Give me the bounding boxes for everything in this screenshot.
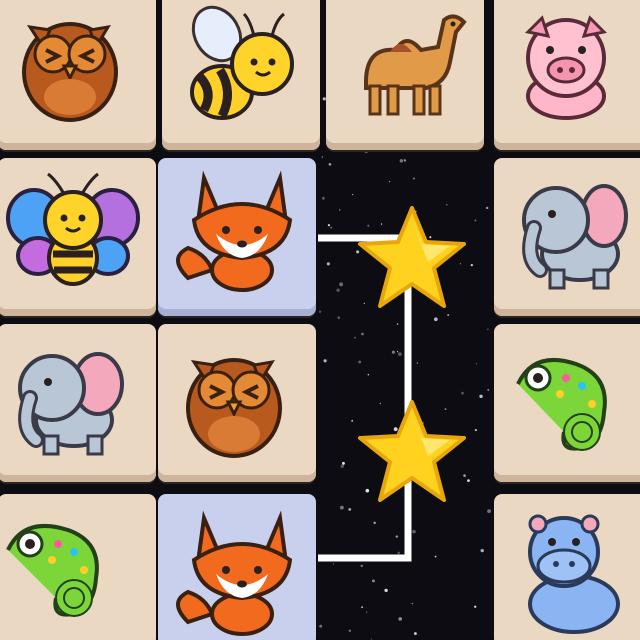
background-star-dot bbox=[398, 556, 402, 560]
background-star-dot bbox=[360, 564, 364, 568]
background-star-dot bbox=[397, 352, 402, 357]
game-board bbox=[0, 0, 640, 640]
owl-icon bbox=[186, 358, 282, 458]
background-star-dot bbox=[411, 602, 414, 605]
tile-owl[interactable] bbox=[0, 0, 156, 150]
background-star-dot bbox=[361, 606, 364, 609]
background-star-dot bbox=[358, 360, 362, 364]
background-star-dot bbox=[373, 521, 376, 525]
background-star-dot bbox=[384, 588, 388, 593]
tile-fox-selected[interactable] bbox=[158, 494, 316, 640]
background-star-dot bbox=[328, 163, 332, 166]
background-star-dot bbox=[351, 193, 354, 196]
background-star-dot bbox=[366, 611, 368, 613]
background-star-dot bbox=[412, 529, 416, 534]
bee-icon bbox=[190, 5, 294, 120]
chameleon-icon bbox=[516, 358, 607, 451]
background-star-dot bbox=[323, 359, 327, 363]
background-star-dot bbox=[413, 632, 417, 636]
background-star-dot bbox=[396, 351, 399, 353]
background-star-dot bbox=[367, 373, 370, 376]
tile-hippo[interactable] bbox=[494, 494, 640, 640]
background-star-dot bbox=[412, 177, 416, 180]
background-star-dot bbox=[372, 579, 375, 583]
background-star-dot bbox=[487, 388, 490, 391]
tile-bee[interactable] bbox=[162, 0, 320, 150]
background-star-dot bbox=[405, 358, 407, 360]
tile-elephant[interactable] bbox=[494, 158, 640, 316]
background-star-dot bbox=[398, 617, 403, 621]
background-star-dot bbox=[485, 206, 489, 210]
tile-owl[interactable] bbox=[158, 324, 316, 482]
background-star-dot bbox=[348, 508, 352, 511]
background-star-dot bbox=[327, 234, 331, 238]
background-star-dot bbox=[348, 629, 352, 633]
camel-icon bbox=[364, 14, 467, 116]
background-star-dot bbox=[487, 328, 489, 330]
pig-icon bbox=[524, 15, 608, 120]
background-star-dot bbox=[391, 350, 395, 354]
background-star-dot bbox=[480, 549, 484, 553]
background-star-dot bbox=[321, 196, 325, 200]
background-star-dot bbox=[340, 505, 344, 510]
background-star-dot bbox=[353, 336, 357, 339]
star-icon bbox=[358, 206, 466, 308]
butterfly-bee-icon bbox=[6, 172, 140, 286]
background-star-dot bbox=[479, 394, 483, 399]
tile-chameleon[interactable] bbox=[0, 494, 156, 640]
background-star-dot bbox=[403, 159, 407, 162]
background-star-dot bbox=[330, 226, 333, 229]
background-star-dot bbox=[475, 363, 478, 365]
background-star-dot bbox=[338, 209, 341, 211]
star-icon bbox=[358, 400, 466, 502]
background-star-dot bbox=[318, 310, 322, 314]
tile-chameleon[interactable] bbox=[494, 324, 640, 482]
background-star-dot bbox=[416, 362, 419, 364]
fox-icon bbox=[176, 170, 293, 292]
background-star-dot bbox=[474, 428, 477, 432]
tile-fox-selected[interactable] bbox=[158, 158, 316, 316]
background-star-dot bbox=[319, 624, 323, 628]
hippo-icon bbox=[528, 514, 620, 634]
owl-icon bbox=[22, 22, 118, 122]
tile-butterfly-bee[interactable] bbox=[0, 158, 156, 316]
background-star-dot bbox=[336, 288, 340, 292]
elephant-icon bbox=[522, 184, 628, 290]
background-star-dot bbox=[327, 224, 331, 227]
background-star-dot bbox=[361, 332, 364, 336]
background-star-dot bbox=[434, 555, 437, 558]
background-star-dot bbox=[364, 149, 368, 154]
background-star-dot bbox=[396, 323, 399, 325]
background-star-dot bbox=[337, 316, 340, 319]
tile-pig[interactable] bbox=[494, 0, 640, 150]
fox-icon bbox=[176, 510, 293, 636]
background-star-dot bbox=[395, 535, 399, 538]
background-star-dot bbox=[487, 509, 491, 514]
background-star-dot bbox=[474, 605, 477, 608]
background-star-dot bbox=[342, 461, 345, 465]
background-star-dot bbox=[340, 464, 345, 469]
background-star-dot bbox=[321, 156, 324, 158]
elephant-icon bbox=[18, 352, 124, 456]
background-star-dot bbox=[388, 181, 391, 183]
background-star-dot bbox=[339, 282, 344, 287]
background-star-dot bbox=[474, 219, 477, 222]
chameleon-icon bbox=[6, 524, 99, 617]
background-star-dot bbox=[326, 262, 330, 266]
background-star-dot bbox=[399, 159, 404, 163]
tile-camel[interactable] bbox=[326, 0, 484, 150]
background-star-dot bbox=[332, 563, 335, 565]
background-star-dot bbox=[397, 551, 400, 555]
tile-elephant[interactable] bbox=[0, 324, 156, 482]
